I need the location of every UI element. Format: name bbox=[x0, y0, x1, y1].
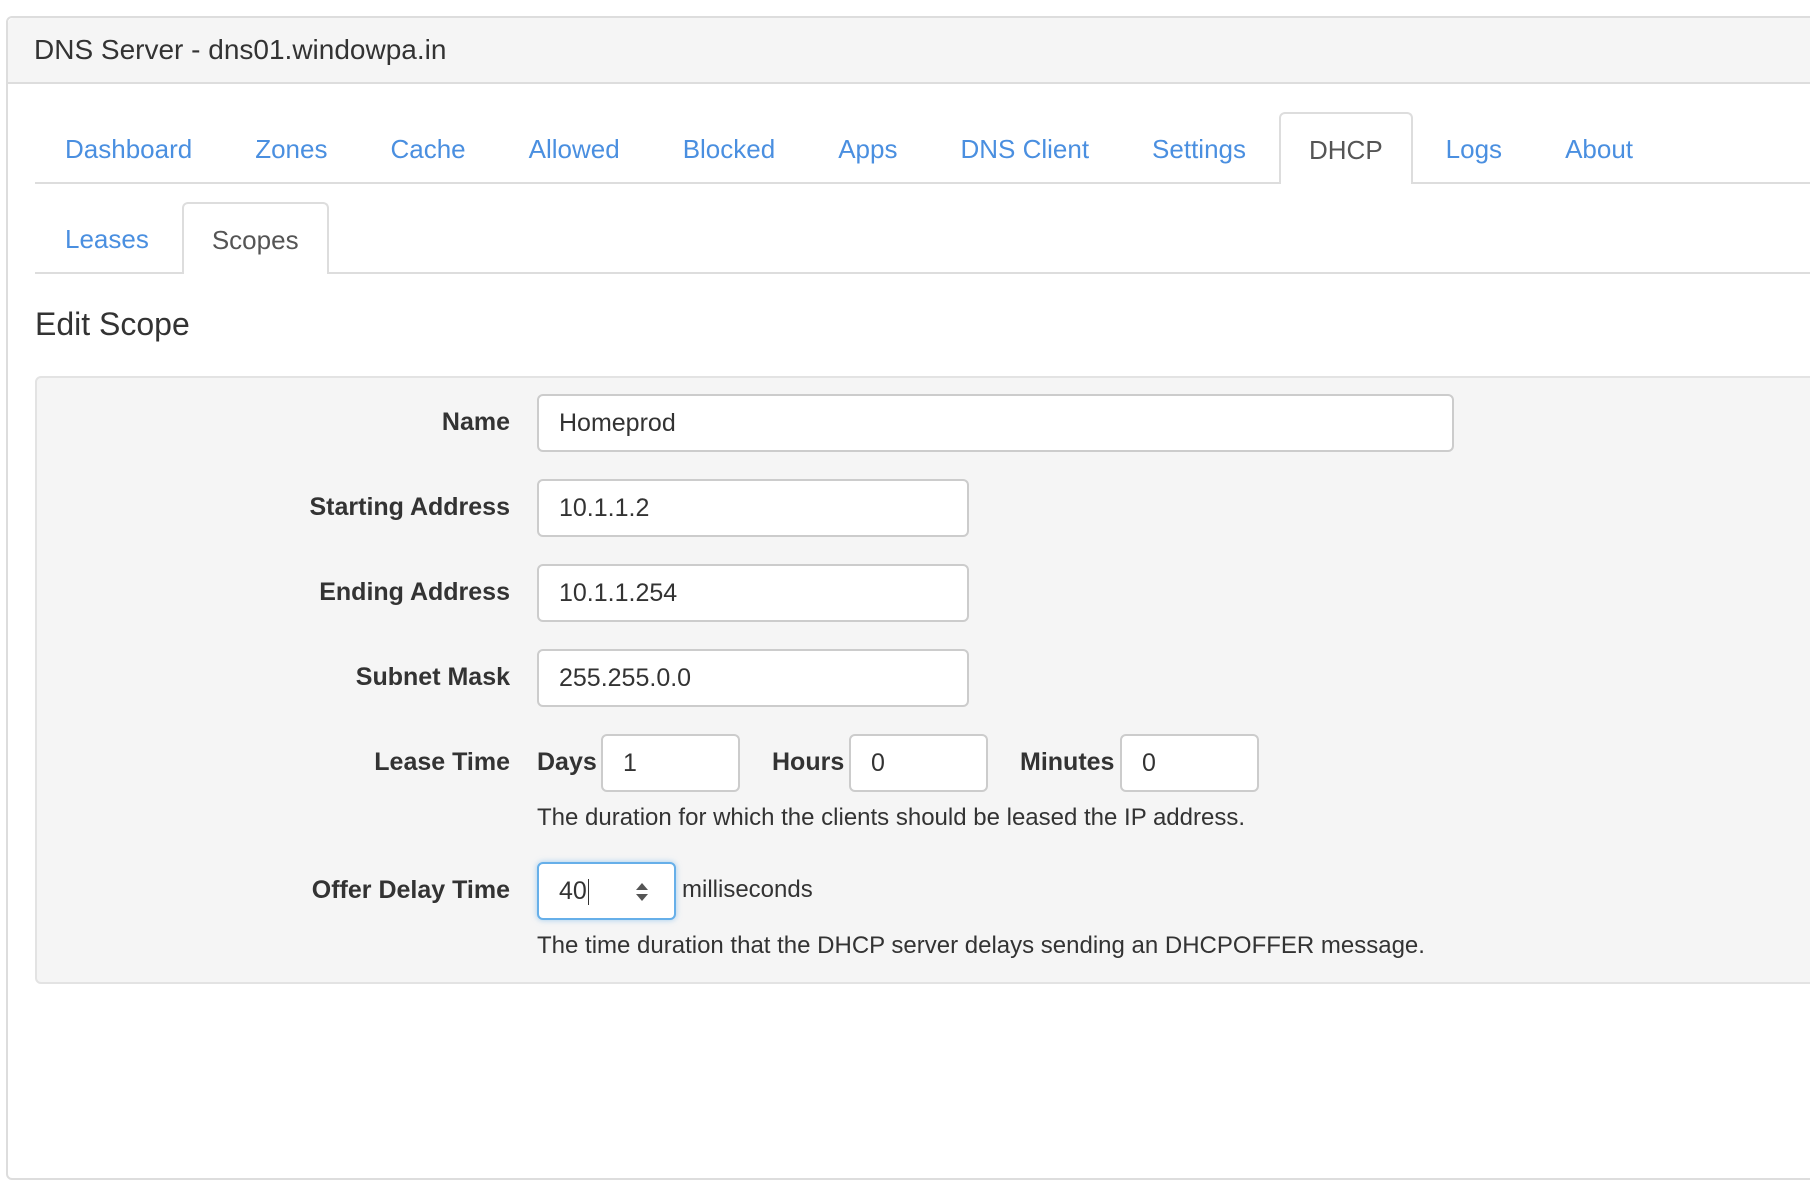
offer-delay-help: The time duration that the DHCP server d… bbox=[537, 932, 1425, 959]
edit-scope-form: Name Homeprod Starting Address 10.1.1.2 … bbox=[35, 376, 1810, 984]
tab-settings[interactable]: Settings bbox=[1122, 112, 1276, 182]
tab-dashboard[interactable]: Dashboard bbox=[35, 112, 222, 182]
tab-dns-client[interactable]: DNS Client bbox=[930, 112, 1119, 182]
tab-apps[interactable]: Apps bbox=[808, 112, 927, 182]
text-cursor bbox=[587, 879, 589, 906]
subnet-mask-input[interactable]: 255.255.0.0 bbox=[537, 649, 969, 707]
edit-scope-heading: Edit Scope bbox=[35, 306, 190, 342]
offer-delay-unit: milliseconds bbox=[682, 876, 813, 903]
offer-delay-input[interactable]: 40 bbox=[537, 862, 676, 920]
ending-address-input[interactable]: 10.1.1.254 bbox=[537, 564, 969, 622]
lease-time-help: The duration for which the clients shoul… bbox=[537, 804, 1245, 831]
spinner-up-icon[interactable] bbox=[636, 883, 648, 890]
name-input[interactable]: Homeprod bbox=[537, 394, 1454, 452]
minutes-label: Minutes bbox=[1020, 748, 1115, 776]
starting-address-input[interactable]: 10.1.1.2 bbox=[537, 479, 969, 537]
dhcp-sub-tabs: Leases Scopes bbox=[35, 200, 1810, 274]
main-nav-tabs: Dashboard Zones Cache Allowed Blocked Ap… bbox=[35, 110, 1810, 184]
tab-allowed[interactable]: Allowed bbox=[499, 112, 650, 182]
page-title: DNS Server - dns01.windowpa.in bbox=[34, 34, 447, 65]
days-label: Days bbox=[537, 748, 597, 776]
hours-label: Hours bbox=[772, 748, 845, 776]
spinner-down-icon[interactable] bbox=[636, 894, 648, 901]
days-input[interactable]: 1 bbox=[601, 734, 740, 792]
tab-scopes[interactable]: Scopes bbox=[181, 202, 329, 274]
dns-server-panel: DNS Server - dns01.windowpa.in Dashboard… bbox=[6, 16, 1810, 1180]
subnet-mask-label: Subnet Mask bbox=[355, 663, 510, 691]
hours-input[interactable]: 0 bbox=[849, 734, 988, 792]
tab-cache[interactable]: Cache bbox=[360, 112, 495, 182]
top-strip bbox=[0, 0, 1810, 16]
offer-delay-label: Offer Delay Time bbox=[311, 876, 510, 904]
panel-heading: DNS Server - dns01.windowpa.in bbox=[8, 18, 1810, 84]
tab-leases[interactable]: Leases bbox=[35, 202, 179, 272]
offer-delay-value: 40 bbox=[559, 877, 587, 905]
tab-dhcp[interactable]: DHCP bbox=[1279, 112, 1413, 184]
tab-blocked[interactable]: Blocked bbox=[653, 112, 806, 182]
ending-address-label: Ending Address bbox=[319, 578, 510, 606]
number-spinner-icon[interactable] bbox=[630, 878, 654, 906]
name-label: Name bbox=[441, 408, 510, 436]
tab-about[interactable]: About bbox=[1535, 112, 1663, 182]
tab-zones[interactable]: Zones bbox=[225, 112, 357, 182]
tab-logs[interactable]: Logs bbox=[1416, 112, 1532, 182]
minutes-input[interactable]: 0 bbox=[1120, 734, 1259, 792]
lease-time-label: Lease Time bbox=[374, 748, 510, 776]
starting-address-label: Starting Address bbox=[309, 493, 510, 521]
